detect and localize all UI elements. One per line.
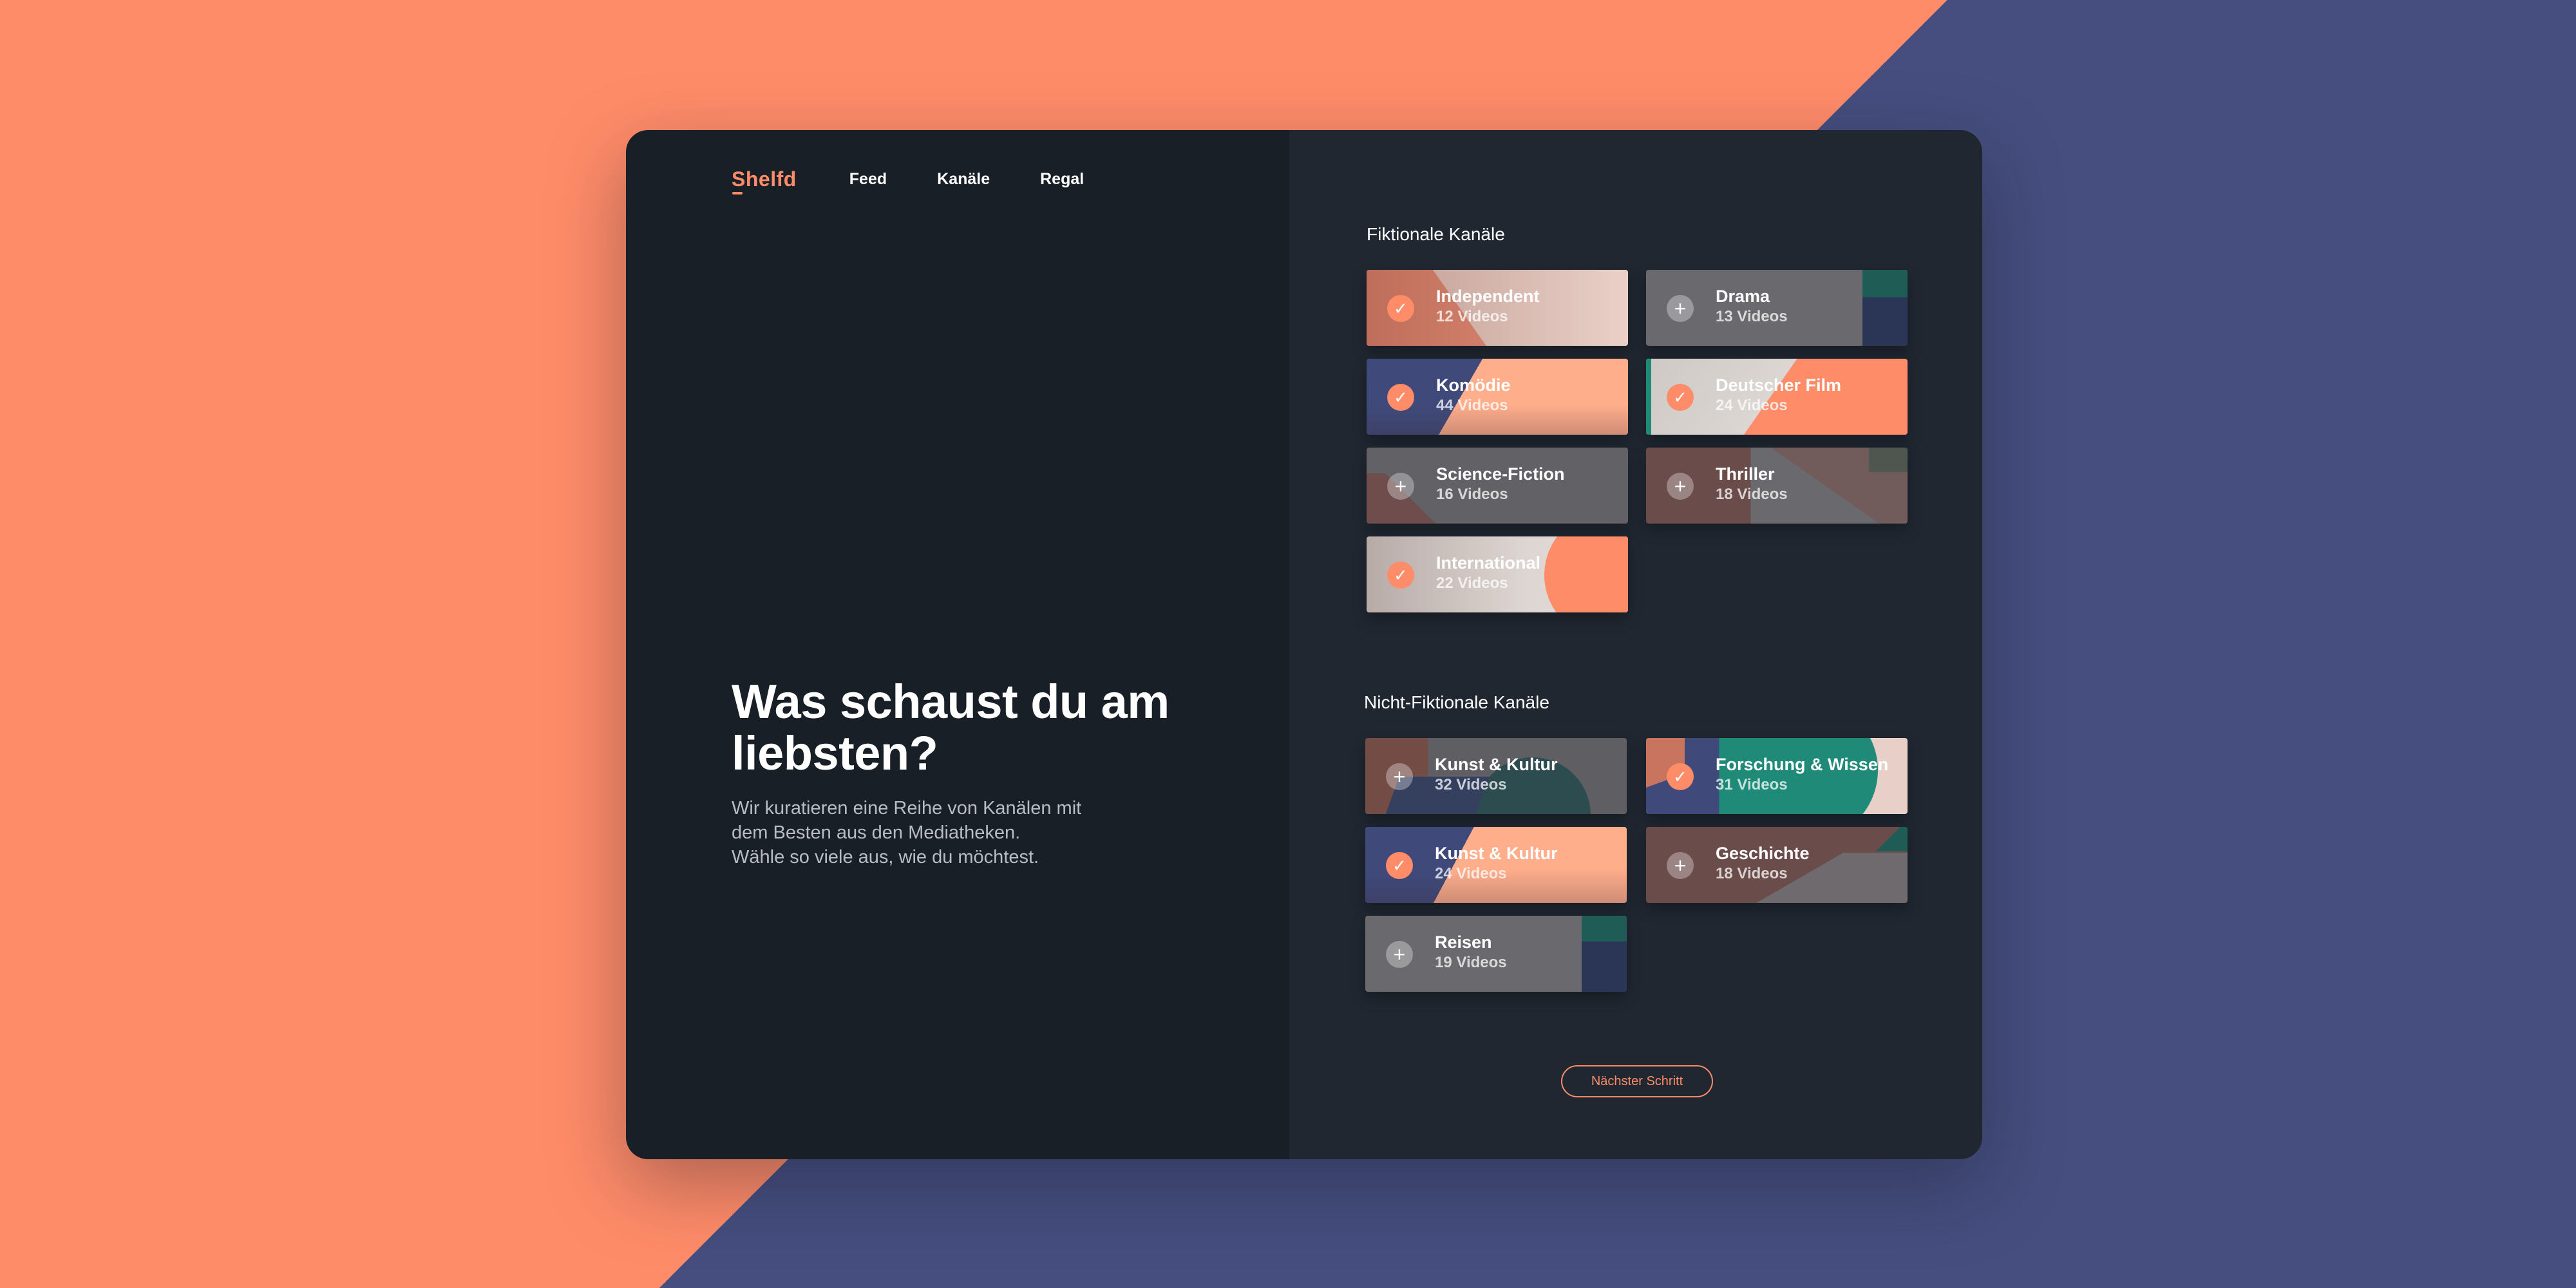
channel-name: Independent <box>1436 287 1540 306</box>
channel-tile-drama[interactable]: + Drama 13 Videos <box>1646 270 1908 346</box>
nav-kanaele[interactable]: Kanäle <box>937 170 990 189</box>
channel-tile-international[interactable]: ✓ International 22 Videos <box>1367 536 1628 612</box>
channel-name: Deutscher Film <box>1716 375 1842 395</box>
page-subtitle: Wir kuratieren eine Reihe von Kanälen mi… <box>732 798 1082 867</box>
channel-name: Geschichte <box>1716 844 1810 863</box>
check-icon: ✓ <box>1386 852 1413 879</box>
channel-count: 44 Videos <box>1436 397 1508 414</box>
top-nav: Shelfd Feed Kanäle Regal <box>732 153 1134 205</box>
channel-count: 24 Videos <box>1435 865 1507 882</box>
channel-count: 16 Videos <box>1436 486 1508 503</box>
channel-count: 18 Videos <box>1716 865 1788 882</box>
plus-icon: + <box>1667 295 1694 322</box>
check-icon: ✓ <box>1667 763 1694 790</box>
plus-icon: + <box>1667 852 1694 879</box>
channel-tile-forschung-wissen[interactable]: ✓ Forschung & Wissen 31 Videos <box>1646 738 1908 814</box>
plus-icon: + <box>1386 941 1413 968</box>
channel-name: Kunst & Kultur <box>1435 755 1558 774</box>
channel-count: 31 Videos <box>1716 776 1788 793</box>
nonfiction-section-title: Nicht-Fiktionale Kanäle <box>1364 692 1549 712</box>
page-title: Was schaust du am liebsten? <box>732 675 1170 780</box>
channel-tile-independent[interactable]: ✓ Independent 12 Videos <box>1367 270 1628 346</box>
hero: Was schaust du am liebsten? Wir kuratier… <box>732 676 1234 869</box>
nav-regal[interactable]: Regal <box>1040 170 1084 189</box>
channel-name: Drama <box>1716 287 1770 306</box>
channel-name: International <box>1436 553 1541 573</box>
next-step-button[interactable]: Nächster Schritt <box>1561 1065 1713 1097</box>
app-window: Shelfd Feed Kanäle Regal Was schaust du … <box>626 130 1982 1159</box>
check-icon: ✓ <box>1387 562 1414 589</box>
channel-count: 12 Videos <box>1436 308 1508 325</box>
fiction-channel-grid: ✓ Independent 12 Videos + Drama 13 Video… <box>1367 270 1908 612</box>
plus-icon: + <box>1386 763 1413 790</box>
channel-count: 24 Videos <box>1716 397 1788 414</box>
channel-name: Forschung & Wissen <box>1716 755 1889 774</box>
channel-name: Science-Fiction <box>1436 464 1565 484</box>
check-icon: ✓ <box>1667 384 1694 411</box>
shelfd-logo[interactable]: Shelfd <box>732 167 797 194</box>
check-icon: ✓ <box>1387 384 1414 411</box>
channel-count: 19 Videos <box>1435 954 1507 971</box>
check-icon: ✓ <box>1387 295 1414 322</box>
channel-tile-komoedie[interactable]: ✓ Komödie 44 Videos <box>1367 359 1628 435</box>
channel-name: Reisen <box>1435 933 1492 952</box>
fiction-section-title: Fiktionale Kanäle <box>1367 224 1505 244</box>
channel-count: 13 Videos <box>1716 308 1788 325</box>
channel-panel: Fiktionale Kanäle ✓ Independent 12 Video… <box>1289 130 1982 1159</box>
channel-name: Kunst & Kultur <box>1435 844 1558 863</box>
channel-name: Komödie <box>1436 375 1511 395</box>
channel-tile-reisen[interactable]: + Reisen 19 Videos <box>1365 916 1627 992</box>
channel-tile-science-fiction[interactable]: + Science-Fiction 16 Videos <box>1367 448 1628 524</box>
nav-feed[interactable]: Feed <box>849 170 887 189</box>
channel-tile-thriller[interactable]: + Thriller 18 Videos <box>1646 448 1908 524</box>
channel-tile-deutscher-film[interactable]: ✓ Deutscher Film 24 Videos <box>1646 359 1908 435</box>
plus-icon: + <box>1387 473 1414 500</box>
nonfiction-channel-grid: + Kunst & Kultur 32 Videos ✓ Forschung &… <box>1365 738 1908 992</box>
channel-tile-kunst-kultur-2[interactable]: ✓ Kunst & Kultur 24 Videos <box>1365 827 1627 903</box>
plus-icon: + <box>1667 473 1694 500</box>
intro-panel: Shelfd Feed Kanäle Regal Was schaust du … <box>626 130 1289 1159</box>
channel-count: 32 Videos <box>1435 776 1507 793</box>
channel-tile-geschichte[interactable]: + Geschichte 18 Videos <box>1646 827 1908 903</box>
channel-count: 18 Videos <box>1716 486 1788 503</box>
channel-count: 22 Videos <box>1436 574 1508 592</box>
channel-name: Thriller <box>1716 464 1775 484</box>
channel-tile-kunst-kultur[interactable]: + Kunst & Kultur 32 Videos <box>1365 738 1627 814</box>
